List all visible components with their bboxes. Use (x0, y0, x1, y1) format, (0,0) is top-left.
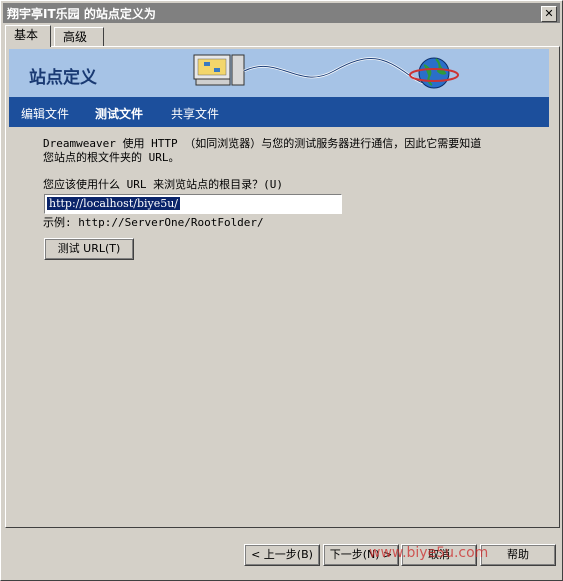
close-icon: ✕ (544, 7, 554, 20)
window-title: 翔宇亭IT乐园 的站点定义为 (7, 7, 156, 21)
close-button[interactable]: ✕ (541, 6, 557, 22)
url-example-text: 示例: http://ServerOne/RootFolder/ (43, 216, 264, 229)
nav-share-files[interactable]: 共享文件 (171, 105, 219, 122)
url-input-value: http://localhost/biye5u/ (47, 197, 181, 210)
title-bar[interactable]: 翔宇亭IT乐园 的站点定义为 ✕ (3, 3, 560, 23)
network-illustration-icon (193, 54, 459, 89)
test-url-button[interactable]: 测试 URL(T) (44, 238, 134, 260)
description-line-2: 您站点的根文件夹的 URL。 (43, 151, 180, 164)
banner-title: 站点定义 (29, 68, 97, 88)
wizard-steps-nav: 编辑文件 测试文件 共享文件 (9, 97, 549, 127)
watermark-text: www.biye5u.com (369, 545, 489, 561)
wizard-banner: 站点定义 (9, 49, 549, 97)
site-definition-dialog: 翔宇亭IT乐园 的站点定义为 ✕ 基本 高级 站点定义 编辑文件 测试文件 共享… (0, 0, 563, 581)
back-button[interactable]: < 上一步(B) (244, 544, 320, 566)
tab-advanced[interactable]: 高级 (54, 27, 104, 46)
url-question-label: 您应该使用什么 URL 来浏览站点的根目录？(U) (43, 178, 283, 191)
url-input[interactable]: http://localhost/biye5u/ (44, 194, 342, 214)
tower-icon (231, 54, 245, 86)
tab-basic[interactable]: 基本 (5, 25, 51, 47)
nav-test-files[interactable]: 测试文件 (95, 105, 143, 122)
wizard-content: Dreamweaver 使用 HTTP （如同浏览器）与您的测试服务器进行通信，… (43, 137, 523, 165)
help-button[interactable]: 帮助 (480, 544, 556, 566)
nav-edit-files[interactable]: 编辑文件 (21, 105, 69, 122)
description-line-1: Dreamweaver 使用 HTTP （如同浏览器）与您的测试服务器进行通信，… (43, 137, 482, 150)
